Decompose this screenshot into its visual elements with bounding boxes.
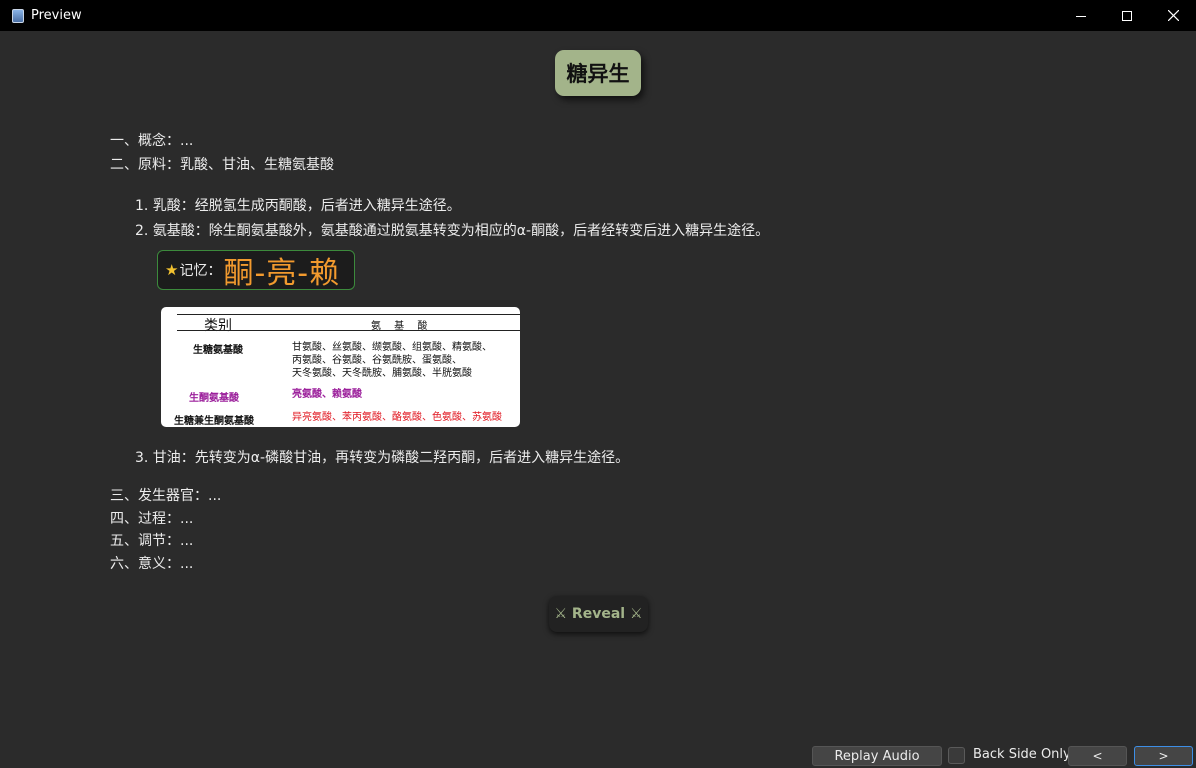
memory-box: ★ 记忆： 酮-亮-赖 bbox=[157, 250, 355, 291]
table-rule-mid bbox=[177, 330, 520, 331]
section-concept: 一、概念：... bbox=[110, 133, 194, 149]
table-row-both-category: 生糖兼生酮氨基酸 bbox=[174, 416, 254, 427]
maximize-icon bbox=[1122, 10, 1132, 21]
section-regulation: 五、调节：... bbox=[110, 533, 194, 549]
next-card-button[interactable]: > bbox=[1134, 746, 1193, 766]
card-content: 糖异生 一、概念：... 二、原料：乳酸、甘油、生糖氨基酸 1. 乳酸：经脱氢生… bbox=[0, 31, 1196, 743]
preview-bottom-bar: Replay Audio Back Side Only < > bbox=[0, 743, 1196, 768]
window-controls bbox=[1058, 0, 1196, 31]
table-row-glucogenic-category: 生糖氨基酸 bbox=[193, 345, 243, 356]
card-title: 糖异生 bbox=[555, 50, 641, 96]
table-cell-line: 异亮氨酸、苯丙氨酸、酪氨酸、色氨酸、苏氨酸 bbox=[292, 412, 502, 423]
minimize-icon bbox=[1076, 15, 1086, 17]
star-icon: ★ bbox=[165, 261, 179, 279]
close-icon bbox=[1167, 10, 1179, 21]
table-cell-line: 天冬氨酸、天冬酰胺、脯氨酸、半胱氨酸 bbox=[292, 368, 472, 379]
table-cell-line: 丙氨酸、谷氨酸、谷氨酰胺、蛋氨酸、 bbox=[292, 355, 462, 366]
table-row-ketogenic-category: 生酮氨基酸 bbox=[189, 393, 239, 404]
section-process: 四、过程：... bbox=[110, 511, 194, 527]
item-amino-acid: 2. 氨基酸：除生酮氨基酸外，氨基酸通过脱氨基转变为相应的α-酮酸，后者经转变后… bbox=[135, 223, 770, 239]
window-titlebar: Preview bbox=[0, 0, 1196, 31]
table-cell-line: 亮氨酸、赖氨酸 bbox=[292, 389, 362, 400]
section-significance: 六、意义：... bbox=[110, 556, 194, 572]
amino-acid-table-image: 类别 氨 基 酸 生糖氨基酸 甘氨酸、丝氨酸、缬氨酸、组氨酸、精氨酸、 丙氨酸、… bbox=[161, 307, 520, 427]
table-row-glucogenic-list: 甘氨酸、丝氨酸、缬氨酸、组氨酸、精氨酸、 丙氨酸、谷氨酸、谷氨酰胺、蛋氨酸、 天… bbox=[292, 341, 492, 380]
replay-audio-button[interactable]: Replay Audio bbox=[812, 746, 942, 766]
table-header-category: 类别 bbox=[204, 318, 232, 334]
section-organs: 三、发生器官：... bbox=[110, 488, 222, 504]
back-side-only-label[interactable]: Back Side Only bbox=[973, 747, 1071, 762]
table-row-ketogenic-list: 亮氨酸、赖氨酸 bbox=[292, 388, 362, 401]
back-side-only-checkbox[interactable] bbox=[948, 747, 965, 764]
item-lactate: 1. 乳酸：经脱氢生成丙酮酸，后者进入糖异生途径。 bbox=[135, 198, 461, 214]
table-cell-line: 甘氨酸、丝氨酸、缬氨酸、组氨酸、精氨酸、 bbox=[292, 342, 492, 353]
memory-label: 记忆： bbox=[179, 263, 222, 279]
window-title: Preview bbox=[31, 8, 82, 23]
section-materials: 二、原料：乳酸、甘油、生糖氨基酸 bbox=[110, 157, 334, 173]
reveal-button[interactable]: ⚔ Reveal ⚔ bbox=[549, 596, 648, 632]
close-button[interactable] bbox=[1150, 0, 1196, 31]
app-icon bbox=[12, 8, 24, 23]
minimize-button[interactable] bbox=[1058, 0, 1104, 31]
maximize-button[interactable] bbox=[1104, 0, 1150, 31]
previous-card-button[interactable]: < bbox=[1068, 746, 1127, 766]
item-glycerol: 3. 甘油：先转变为α-磷酸甘油，再转变为磷酸二羟丙酮，后者进入糖异生途径。 bbox=[135, 450, 630, 466]
memory-value: 酮-亮-赖 bbox=[223, 256, 341, 291]
table-row-both-list: 异亮氨酸、苯丙氨酸、酪氨酸、色氨酸、苏氨酸 bbox=[292, 411, 502, 424]
